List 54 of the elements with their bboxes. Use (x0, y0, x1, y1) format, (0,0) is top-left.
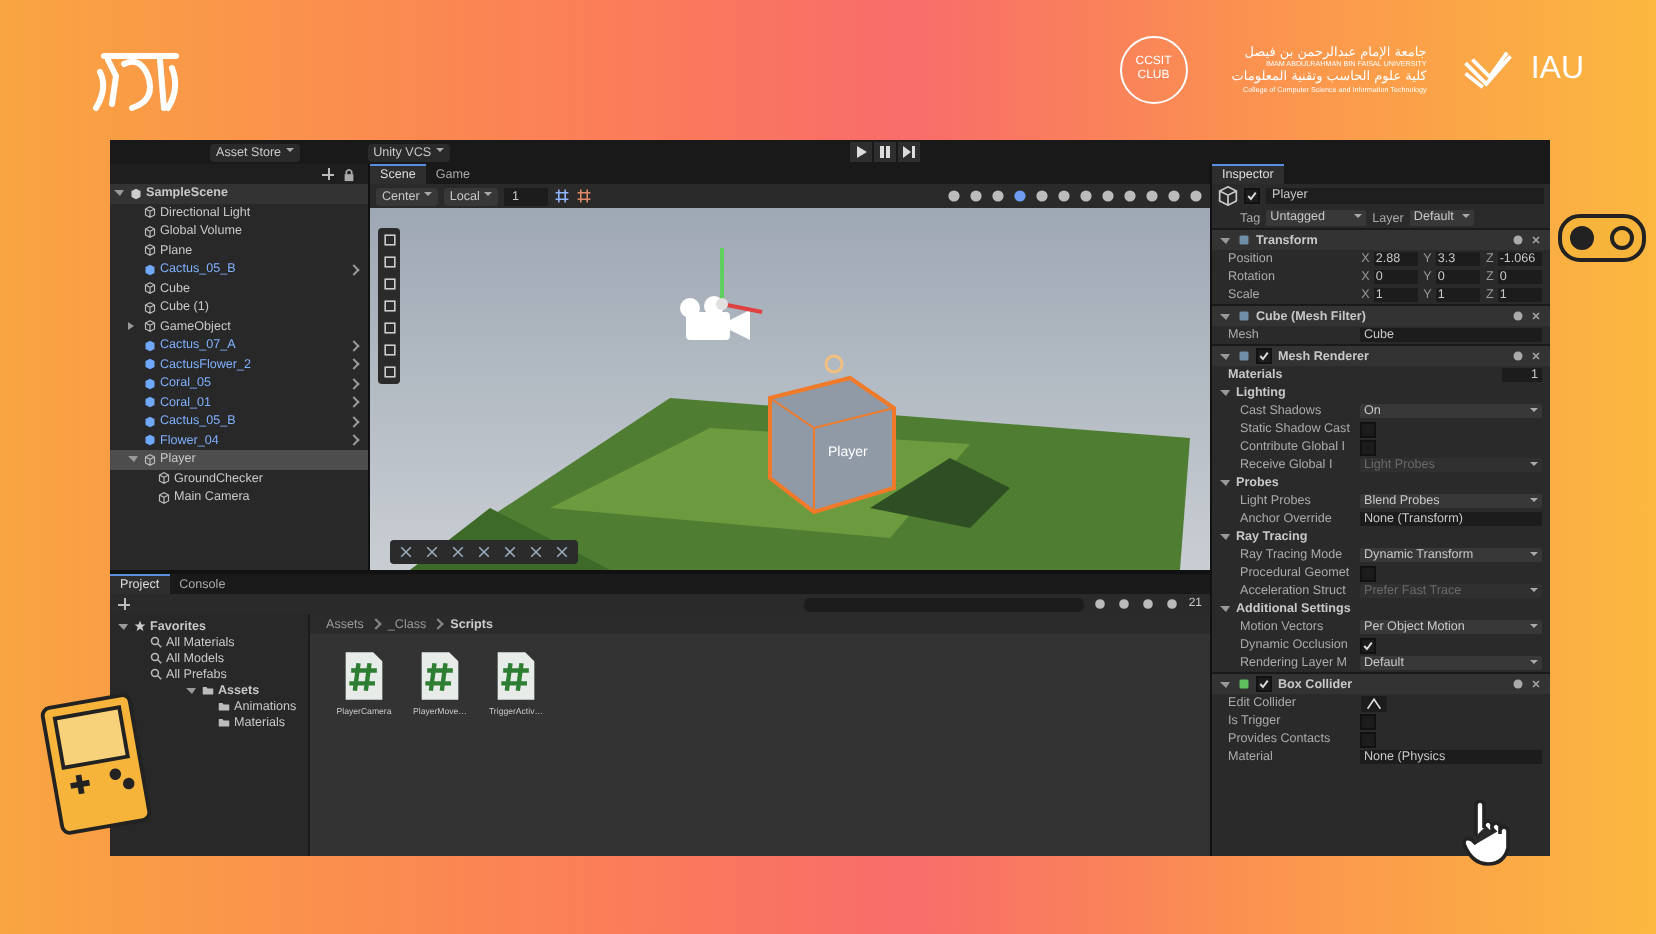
help-icon[interactable] (1512, 678, 1524, 690)
expand-arrow-icon[interactable] (1220, 237, 1230, 243)
enable-checkbox[interactable] (1256, 676, 1272, 692)
book-logo-icon (1462, 48, 1515, 92)
expand-arrow-icon[interactable] (1220, 480, 1230, 486)
search-icon (150, 668, 162, 680)
add-icon[interactable] (118, 598, 130, 610)
checkbox[interactable] (1360, 713, 1376, 729)
step-icon[interactable] (898, 142, 920, 162)
enable-checkbox[interactable] (1256, 348, 1272, 364)
expand-arrow-icon[interactable] (114, 190, 124, 197)
tool-icon[interactable] (528, 544, 544, 560)
chevron-icon[interactable] (348, 263, 360, 276)
active-checkbox[interactable] (1244, 188, 1260, 204)
checkbox[interactable] (1360, 421, 1376, 437)
expand-arrow-icon[interactable] (1220, 534, 1230, 540)
tool-icon[interactable] (450, 544, 466, 560)
checkbox[interactable] (1360, 439, 1376, 455)
help-icon[interactable] (1512, 234, 1524, 246)
expand-arrow-icon[interactable] (128, 456, 138, 463)
tool-icon[interactable] (398, 544, 414, 560)
script-file-icon[interactable] (342, 650, 386, 702)
help-icon[interactable] (1512, 310, 1524, 322)
help-icon[interactable] (1512, 350, 1524, 362)
checkbox[interactable] (1360, 731, 1376, 747)
edit-collider-button[interactable] (1360, 695, 1388, 711)
circle-icon[interactable] (946, 188, 962, 204)
expand-arrow-icon[interactable] (1220, 353, 1230, 359)
search-icon (150, 636, 162, 648)
script-file-icon[interactable] (494, 650, 538, 702)
checkbox[interactable] (1360, 565, 1376, 581)
chevron-icon (370, 618, 382, 630)
expand-arrow-icon[interactable] (1220, 681, 1230, 687)
expand-arrow-icon[interactable] (1220, 606, 1230, 612)
lock-icon[interactable] (342, 167, 356, 181)
search-icon (150, 652, 162, 664)
tool-icon[interactable] (554, 544, 570, 560)
script-file-icon[interactable] (418, 650, 462, 702)
tool-icon[interactable] (476, 544, 492, 560)
expand-arrow-icon[interactable] (118, 623, 128, 629)
expand-arrow-icon[interactable] (1220, 390, 1230, 396)
scene-icon (130, 187, 142, 200)
chevron-icon (432, 618, 444, 630)
expand-arrow-icon[interactable] (1220, 313, 1230, 319)
play-icon[interactable] (850, 142, 872, 162)
tool-icon[interactable] (502, 544, 518, 560)
game-controller-drawing (1556, 208, 1648, 268)
pause-icon[interactable] (874, 142, 896, 162)
expand-arrow-icon[interactable] (128, 322, 138, 331)
checkbox[interactable] (1360, 637, 1376, 653)
add-icon[interactable] (322, 168, 334, 180)
brand-text: IAU (1530, 52, 1584, 88)
expand-arrow-icon[interactable] (186, 687, 196, 693)
tool-icon[interactable] (424, 544, 440, 560)
